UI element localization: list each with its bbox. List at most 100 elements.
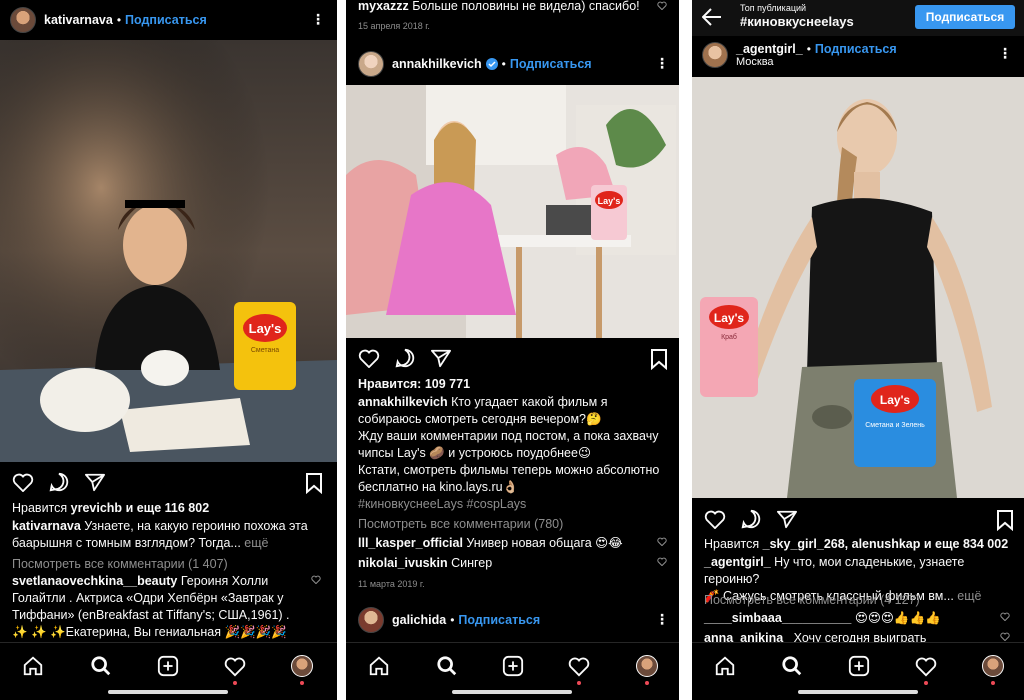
comment: lll_kasper_official Универ новая общага …: [358, 535, 623, 552]
likes-names[interactable]: yrevichb: [71, 501, 122, 515]
more-icon[interactable]: ⋮: [655, 56, 669, 70]
comment-author[interactable]: ____simbaaa__________: [704, 611, 851, 625]
follow-link[interactable]: Подписаться: [458, 613, 540, 627]
profile-icon[interactable]: [982, 655, 1004, 677]
more-icon[interactable]: ⋮: [311, 12, 325, 26]
search-icon[interactable]: [436, 655, 458, 677]
comment-line-1: Героиня Холли: [180, 574, 269, 588]
view-comments-link[interactable]: Посмотреть все комментарии (4 127): [704, 592, 920, 609]
likes-count[interactable]: Нравится yrevichb и еще 116 802: [12, 500, 209, 517]
search-icon[interactable]: [90, 655, 112, 677]
caption-author[interactable]: _agentgirl_: [704, 555, 771, 569]
post-photo[interactable]: Lay's Краб Lay's Сметана и Зелень: [692, 77, 1024, 498]
caption-line-3: Жду ваши комментарии под постом, а пока …: [358, 429, 659, 443]
caption-more-link[interactable]: ещё: [957, 589, 981, 603]
comment-icon[interactable]: [740, 508, 762, 530]
back-arrow-icon[interactable]: [702, 8, 722, 26]
post-photo[interactable]: Lay's Сметана: [0, 40, 337, 462]
likes-number: 834 002: [962, 537, 1009, 551]
likes-names[interactable]: _sky_girl_268, alenushkap: [763, 537, 921, 551]
hashtag-title: #киновкуснееlays: [740, 14, 854, 29]
notification-dot: [233, 681, 237, 685]
caption-hashtags[interactable]: #киновкуснееLays #cospLays: [358, 497, 526, 511]
comment-like-heart-icon[interactable]: [311, 575, 321, 584]
likes-and: и еще: [125, 501, 162, 515]
post-actions: [12, 471, 106, 493]
likes-count[interactable]: Нравится: 109 771: [358, 376, 470, 393]
post-username[interactable]: annakhilkevich: [392, 57, 482, 71]
comment-icon[interactable]: [48, 471, 70, 493]
add-icon[interactable]: [848, 655, 870, 677]
comment-text: Больше половины не видела) спасибо!: [412, 0, 640, 13]
verified-icon: [485, 58, 498, 70]
top-bar: Топ публикаций #киновкуснееlays Подписат…: [692, 0, 1024, 36]
caption-line-2: баарышня с томным взглядом? Тогда...: [12, 536, 241, 550]
search-icon[interactable]: [781, 655, 803, 677]
comment-author[interactable]: nikolai_ivuskin: [358, 556, 448, 570]
avatar[interactable]: [358, 51, 384, 77]
heart-icon[interactable]: [358, 348, 380, 368]
caption-line-4: чипсы Lay's 🥔 и устроюсь поудобнее😉: [358, 446, 591, 460]
follow-link[interactable]: Подписаться: [125, 13, 207, 27]
bottom-nav: [0, 642, 337, 700]
caption-author[interactable]: kativarnava: [12, 519, 81, 533]
profile-icon[interactable]: [636, 655, 658, 677]
comment-icon[interactable]: [394, 347, 416, 369]
more-icon[interactable]: ⋮: [998, 46, 1012, 60]
likes-count[interactable]: Нравится _sky_girl_268, alenushkap и еще…: [704, 536, 1008, 553]
bookmark-icon[interactable]: [650, 348, 668, 370]
chips-logo-text: Lay's: [880, 393, 911, 407]
comment-like-heart-icon[interactable]: [657, 537, 667, 546]
caption-author[interactable]: annakhilkevich: [358, 395, 448, 409]
share-icon[interactable]: [84, 472, 106, 492]
add-icon[interactable]: [502, 655, 524, 677]
top-bar-subtitle: Топ публикаций: [740, 3, 807, 13]
post-photo[interactable]: Lay's: [346, 85, 679, 338]
follow-link[interactable]: Подписаться: [815, 42, 897, 56]
home-icon[interactable]: [22, 655, 44, 677]
add-icon[interactable]: [157, 655, 179, 677]
avatar[interactable]: [358, 607, 384, 633]
bookmark-icon[interactable]: [305, 472, 323, 494]
comment-like-heart-icon[interactable]: [1000, 612, 1010, 621]
post-username[interactable]: _agentgirl_: [736, 42, 803, 56]
follow-link[interactable]: Подписаться: [510, 57, 592, 71]
comment: ____simbaaa__________ 😍😍😍👍👍👍: [704, 610, 941, 627]
post-caption: kativarnava Узнаете, на какую героиню по…: [12, 518, 332, 552]
post-location[interactable]: Москва: [736, 56, 897, 68]
home-indicator: [798, 690, 918, 694]
caption-line-6: бесплатно на kino.lays.ru👌🏼: [358, 480, 519, 494]
home-icon[interactable]: [368, 655, 390, 677]
follow-hashtag-button[interactable]: Подписаться: [915, 5, 1015, 29]
bottom-nav: [346, 642, 679, 700]
profile-icon[interactable]: [291, 655, 313, 677]
share-icon[interactable]: [430, 348, 452, 368]
comment-author[interactable]: myxazzz: [358, 0, 409, 13]
heart-icon[interactable]: [704, 509, 726, 529]
home-icon[interactable]: [714, 655, 736, 677]
view-comments-link[interactable]: Посмотреть все комментарии (780): [358, 516, 563, 533]
activity-icon[interactable]: [568, 655, 590, 677]
post-username[interactable]: kativarnava: [44, 13, 113, 27]
activity-icon[interactable]: [224, 655, 246, 677]
next-post-header: galichida • Подписаться: [358, 606, 540, 634]
avatar[interactable]: [10, 7, 36, 33]
comment-author[interactable]: lll_kasper_official: [358, 536, 463, 550]
heart-icon[interactable]: [12, 472, 34, 492]
view-comments-link[interactable]: Посмотреть все комментарии (1 407): [12, 556, 228, 573]
share-icon[interactable]: [776, 509, 798, 529]
post-actions: [704, 508, 798, 530]
caption-more-link[interactable]: ещё: [244, 536, 268, 550]
comment-like-heart-icon[interactable]: [657, 557, 667, 566]
post-actions: [358, 347, 452, 369]
likes-number: 109 771: [424, 377, 471, 391]
more-icon[interactable]: ⋮: [655, 612, 669, 626]
activity-icon[interactable]: [915, 655, 937, 677]
post-username[interactable]: galichida: [392, 613, 446, 627]
bookmark-icon[interactable]: [996, 509, 1014, 531]
comment-like-heart-icon[interactable]: [657, 1, 667, 10]
caption-line-1: Кто угадает какой фильм я: [451, 395, 608, 409]
comment-author[interactable]: svetlanaovechkina__beauty: [12, 574, 177, 588]
avatar[interactable]: [702, 42, 728, 68]
comment-like-heart-icon[interactable]: [1000, 632, 1010, 641]
